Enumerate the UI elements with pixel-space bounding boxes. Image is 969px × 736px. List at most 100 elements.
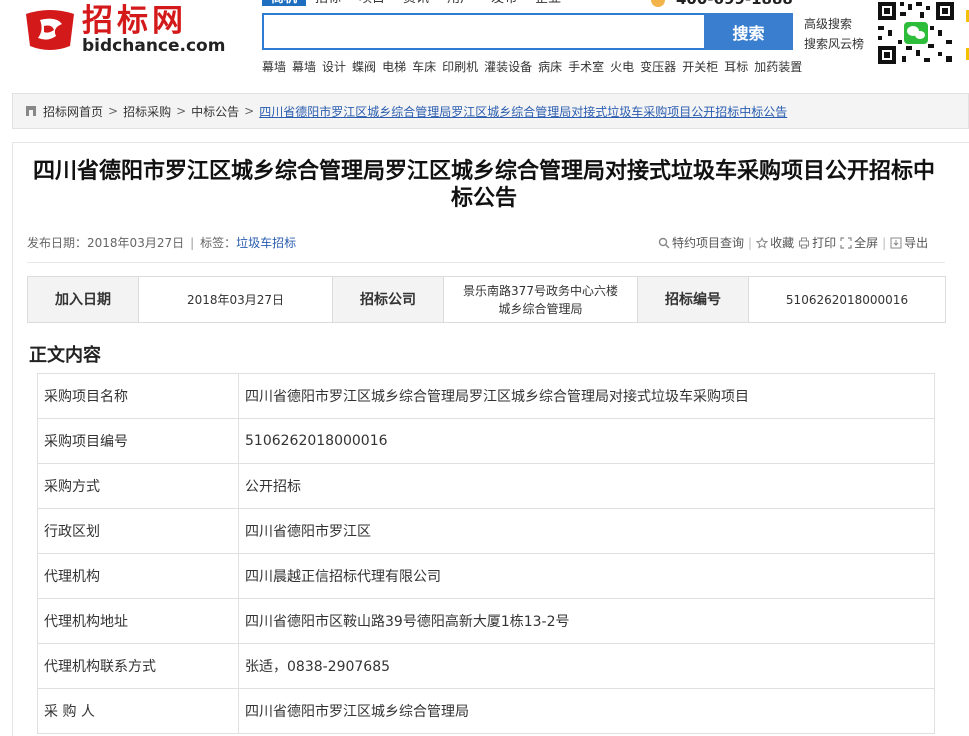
special-project-query-button[interactable]: 特约项目查询 [658,234,744,251]
tab-tender[interactable]: 招标 [306,0,350,6]
search-input[interactable] [264,15,704,48]
table-row: 采购方式 公开招标 [37,463,935,509]
detail-value: 四川省德阳市罗江区城乡综合管理局罗江区城乡综合管理局对接式垃圾车采购项目 [238,373,935,419]
fullscreen-icon [840,236,852,249]
export-icon [890,237,902,248]
export-button[interactable]: 导出 [890,234,928,251]
hot-keywords: 幕墙 幕墙 设计 蝶阀 电梯 车床 印刷机 灌装设备 病床 手术室 火电 变压器… [262,58,808,76]
favorite-button[interactable]: 收藏 [756,234,794,251]
detail-key: 采购方式 [37,463,239,509]
special-project-query-label: 特约项目查询 [672,236,745,250]
publish-date: 2018年03月27日 [87,236,185,250]
hotword-link[interactable]: 印刷机 [442,58,478,76]
search-box [262,13,706,50]
hotword-link[interactable]: 电梯 [382,58,406,76]
tab-news[interactable]: 资讯 [394,0,438,6]
hotline-number: 400-699-1888 [676,0,793,8]
hotword-link[interactable]: 幕墙 [292,58,316,76]
hotword-link[interactable]: 加药装置 [754,58,802,76]
breadcrumb-award-notice[interactable]: 中标公告 [191,103,239,120]
hotword-link[interactable]: 幕墙 [262,58,286,76]
tag-link[interactable]: 垃圾车招标 [236,234,296,251]
tab-project[interactable]: 项目 [350,0,394,6]
breadcrumb-home[interactable]: 招标网首页 [43,103,103,120]
detail-key: 代理机构联系方式 [37,643,239,689]
company-value-line: 景乐南路377号政务中心六楼 [463,283,618,298]
breadcrumb-procurement[interactable]: 招标采购 [123,103,171,120]
hotword-link[interactable]: 火电 [610,58,634,76]
search-rank-link[interactable]: 搜索风云榜 [804,34,864,54]
breadcrumb: 招标网首页 > 招标采购 > 中标公告 > 四川省德阳市罗江区城乡综合管理局罗江… [12,93,969,129]
tender-code-value: 5106262018000016 [748,276,946,323]
page-title: 四川省德阳市罗江区城乡综合管理局罗江区城乡综合管理局对接式垃圾车采购项目公开招标… [32,159,935,211]
tender-code-label: 招标编号 [637,276,749,323]
hotword-link[interactable]: 灌装设备 [484,58,532,76]
detail-value: 张适，0838-2907685 [238,643,935,689]
table-row: 加入日期 2018年03月27日 招标公司 景乐南路377号政务中心六楼 城乡综… [27,276,946,323]
detail-value: 四川晨越正信招标代理有限公司 [238,553,935,599]
detail-value: 5106262018000016 [238,418,935,464]
meta-divider: | [190,235,195,250]
detail-key: 采 购 人 [37,688,239,734]
print-label: 打印 [812,236,837,250]
fullscreen-label: 全屏 [854,236,879,250]
hotword-link[interactable]: 开关柜 [682,58,718,76]
advanced-search-link[interactable]: 高级搜索 [804,14,864,34]
search-extra-links: 高级搜索 搜索风云榜 [804,14,864,54]
detail-value: 公开招标 [238,463,935,509]
tab-opportunity[interactable]: 商机 [262,0,307,6]
table-row: 采购项目名称 四川省德阳市罗江区城乡综合管理局罗江区城乡综合管理局对接式垃圾车采… [37,373,935,419]
print-button[interactable]: 打印 [798,234,836,251]
hotword-link[interactable]: 蝶阀 [352,58,376,76]
detail-value: 四川省德阳市罗江区 [238,508,935,554]
tab-enterprise[interactable]: 企业 [526,0,570,6]
customer-service-icon [650,0,666,7]
detail-key: 行政区划 [37,508,239,554]
logo-text-en: bidchance.com [82,36,226,56]
detail-value: 四川省德阳市区鞍山路39号德阳高新大厦1栋13-2号 [238,598,935,644]
article-meta: 发布日期： 2018年03月27日 | 标签： 垃圾车招标 [27,234,296,251]
hotword-link[interactable]: 病床 [538,58,562,76]
tab-user[interactable]: 用户 [438,0,482,6]
procurement-detail-table: 采购项目名称 四川省德阳市罗江区城乡综合管理局罗江区城乡综合管理局对接式垃圾车采… [37,373,935,734]
site-header: 招标网 bidchance.com 商机 招标 项目 资讯 用户 发布 企业 4… [0,0,969,84]
table-row: 代理机构联系方式 张适，0838-2907685 [37,643,935,689]
hotword-link[interactable]: 耳标 [724,58,748,76]
search-button[interactable]: 搜索 [704,13,793,50]
meta-divider-line [27,262,945,263]
breadcrumb-separator: > [176,104,187,118]
breadcrumb-separator: > [244,104,255,118]
tab-publish[interactable]: 发布 [482,0,526,6]
join-date-label: 加入日期 [27,276,139,323]
company-value-line: 城乡综合管理局 [498,301,583,316]
star-icon [756,236,769,249]
detail-key: 代理机构 [37,553,239,599]
company-value: 景乐南路377号政务中心六楼 城乡综合管理局 [443,276,638,323]
tool-divider: | [748,235,753,250]
detail-key: 采购项目编号 [37,418,239,464]
table-row: 采 购 人 四川省德阳市罗江区城乡综合管理局 [37,688,935,734]
hotword-link[interactable]: 手术室 [568,58,604,76]
tender-info-table: 加入日期 2018年03月27日 招标公司 景乐南路377号政务中心六楼 城乡综… [27,276,946,323]
article-tools: 特约项目查询 | 收藏 打印 全屏 | 导出 [658,234,928,251]
favorite-label: 收藏 [770,236,795,250]
hotword-link[interactable]: 设计 [322,58,346,76]
hotword-link[interactable]: 车床 [412,58,436,76]
home-icon [26,106,36,116]
search-icon [658,237,670,248]
qr-code-icon [876,0,956,66]
fullscreen-button[interactable]: 全屏 [840,234,878,251]
logo-text-cn: 招标网 [82,3,187,39]
publish-date-label: 发布日期： [27,236,88,250]
hotword-link[interactable]: 变压器 [640,58,676,76]
company-label: 招标公司 [332,276,444,323]
breadcrumb-current[interactable]: 四川省德阳市罗江区城乡综合管理局罗江区城乡综合管理局对接式垃圾车采购项目公开招标… [259,103,787,120]
table-row: 行政区划 四川省德阳市罗江区 [37,508,935,554]
table-row: 代理机构 四川晨越正信招标代理有限公司 [37,553,935,599]
site-logo[interactable]: 招标网 bidchance.com [22,4,232,56]
breadcrumb-separator: > [108,104,119,118]
search-category-tabs: 商机 招标 项目 资讯 用户 发布 企业 [262,0,570,6]
detail-key: 采购项目名称 [37,373,239,419]
detail-value: 四川省德阳市罗江区城乡综合管理局 [238,688,935,734]
printer-icon [799,237,810,248]
